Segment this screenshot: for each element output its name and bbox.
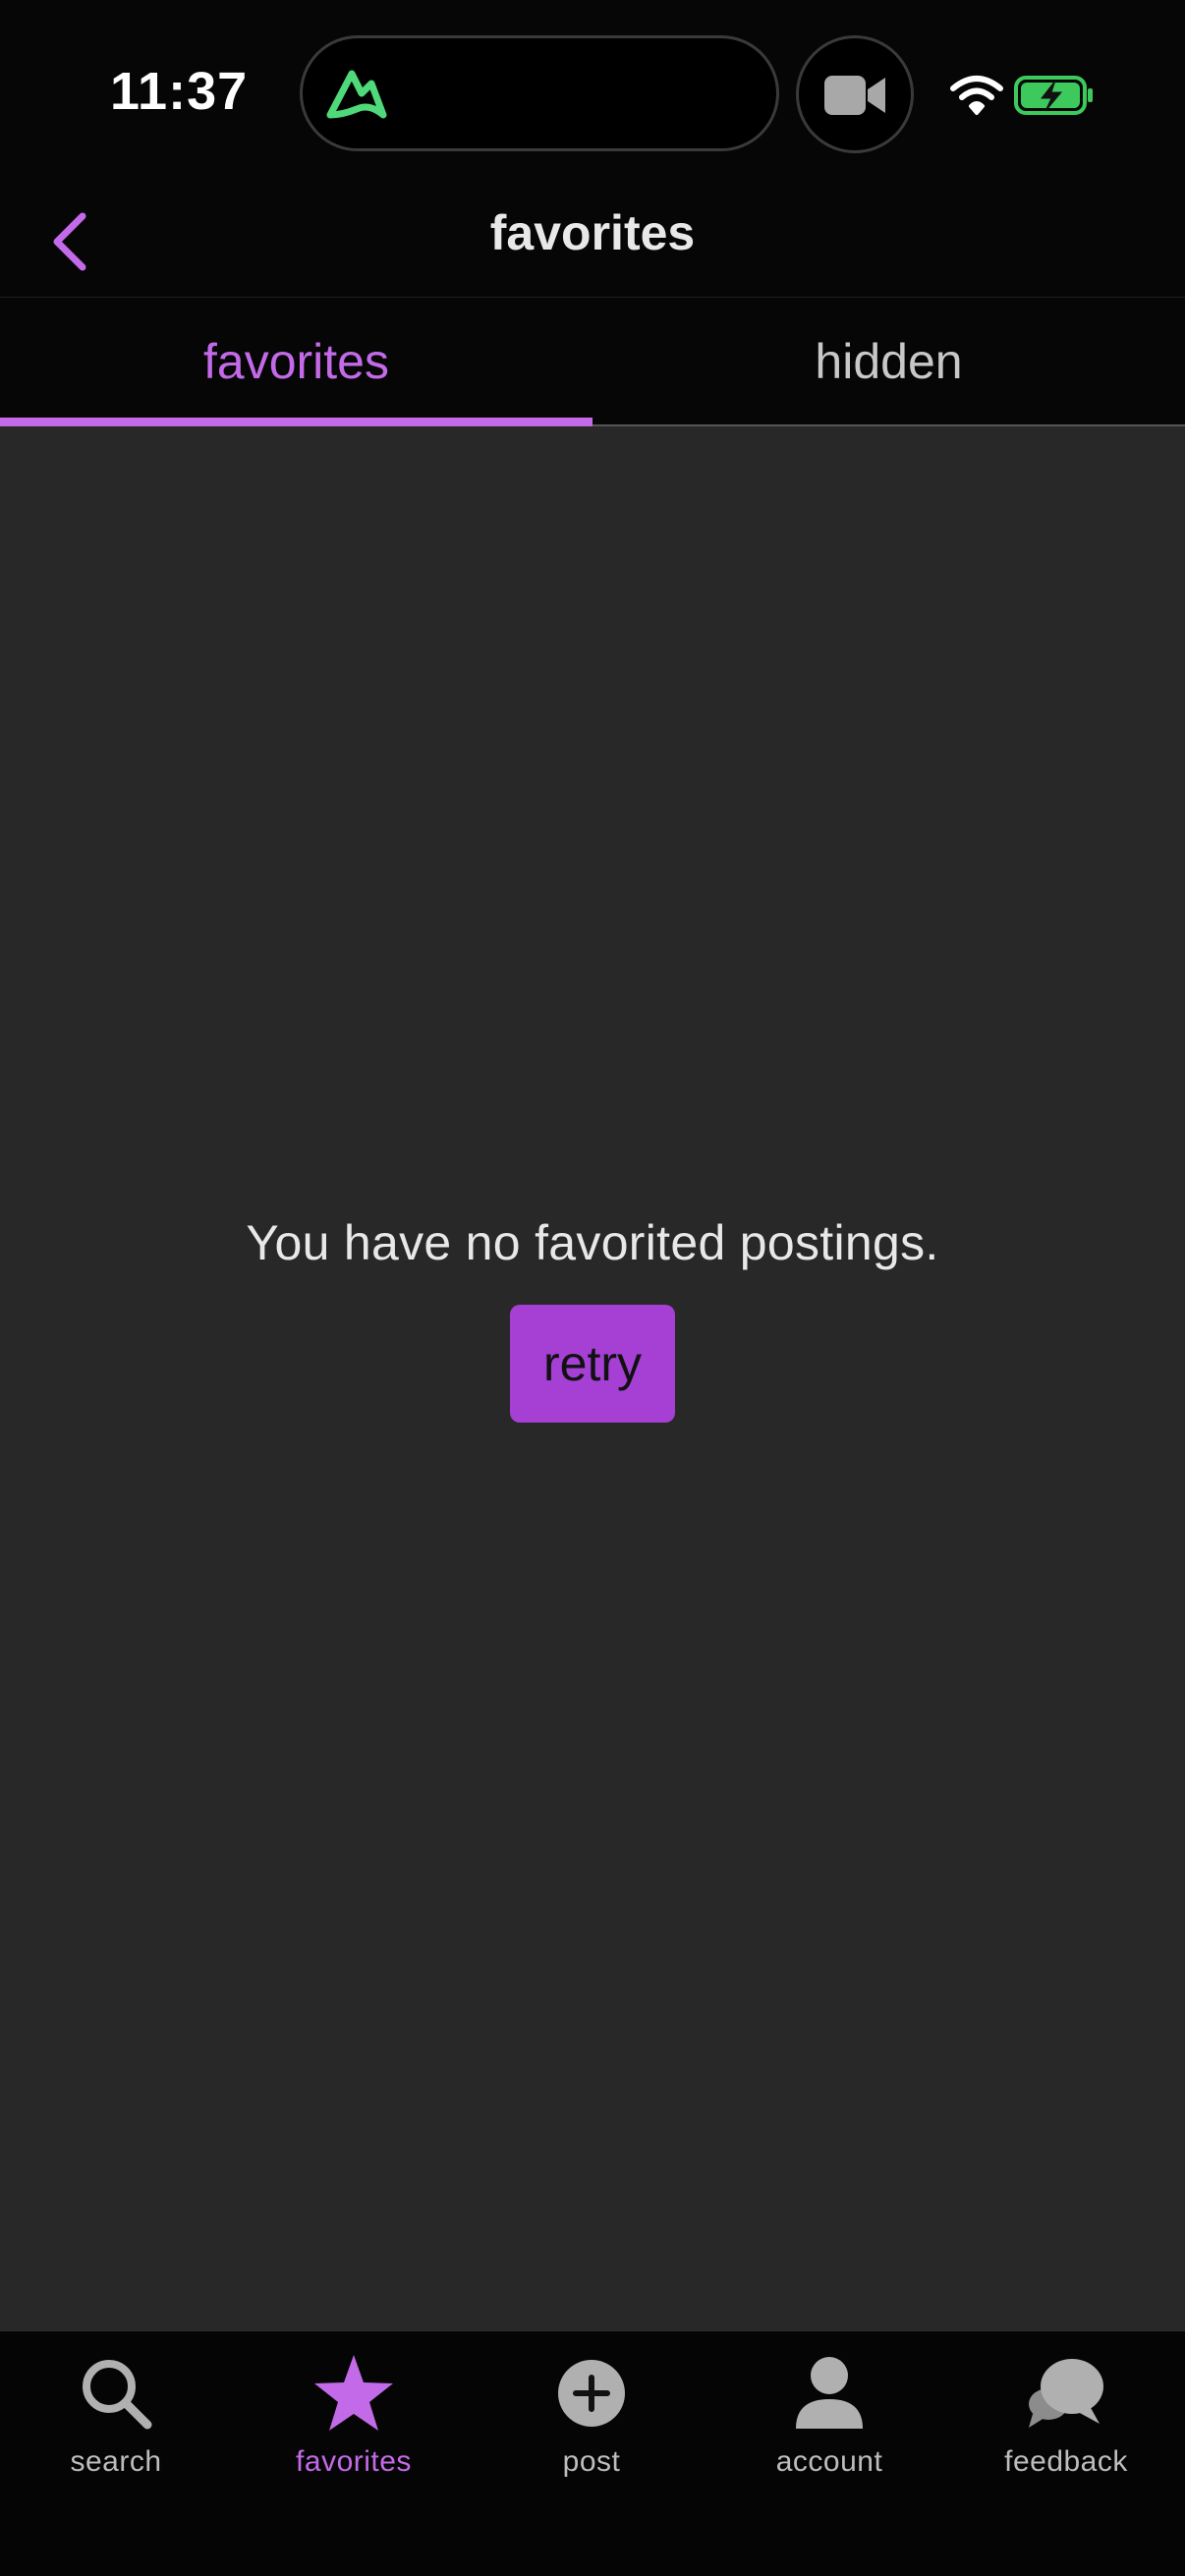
- nav-header: favorites: [0, 187, 1185, 298]
- page-title: favorites: [489, 205, 696, 260]
- favorites-list-area: You have no favorited postings. retry: [0, 426, 1185, 2330]
- tabbar-item-favorites[interactable]: favorites: [246, 2349, 462, 2479]
- battery-charging-icon: [1014, 76, 1093, 115]
- tabbar-item-search[interactable]: search: [8, 2349, 224, 2479]
- camera-indicator: [796, 35, 914, 153]
- segment-tabs: favorites hidden: [0, 298, 1185, 426]
- tabbar-item-post[interactable]: post: [483, 2349, 700, 2479]
- dynamic-island: [300, 35, 779, 151]
- empty-message: You have no favorited postings.: [246, 1215, 939, 1270]
- tabbar-label: post: [562, 2445, 621, 2478]
- empty-state: You have no favorited postings. retry: [0, 1214, 1185, 1423]
- status-bar: 11:37: [0, 0, 1185, 187]
- person-icon: [796, 2357, 863, 2429]
- tabbar-item-account[interactable]: account: [721, 2349, 937, 2479]
- search-icon: [83, 2360, 152, 2430]
- tabbar-item-feedback[interactable]: feedback: [958, 2349, 1174, 2479]
- plus-circle-icon: [558, 2360, 625, 2427]
- tab-favorites[interactable]: favorites: [0, 298, 592, 426]
- tabbar-label: feedback: [1004, 2445, 1128, 2478]
- tab-hidden[interactable]: hidden: [592, 298, 1185, 424]
- star-icon: [314, 2355, 393, 2431]
- tabbar-label: search: [70, 2445, 162, 2478]
- video-camera-icon: [824, 76, 885, 115]
- wifi-icon: [950, 76, 1003, 115]
- tabbar-label: favorites: [296, 2445, 412, 2478]
- bottom-tab-bar: search favorites post account feedback: [0, 2330, 1185, 2576]
- tabbar-label: account: [775, 2445, 883, 2478]
- app-logo-icon: [326, 70, 387, 119]
- retry-button[interactable]: retry: [510, 1305, 675, 1423]
- chat-bubbles-icon: [1029, 2359, 1103, 2428]
- status-time: 11:37: [110, 62, 249, 121]
